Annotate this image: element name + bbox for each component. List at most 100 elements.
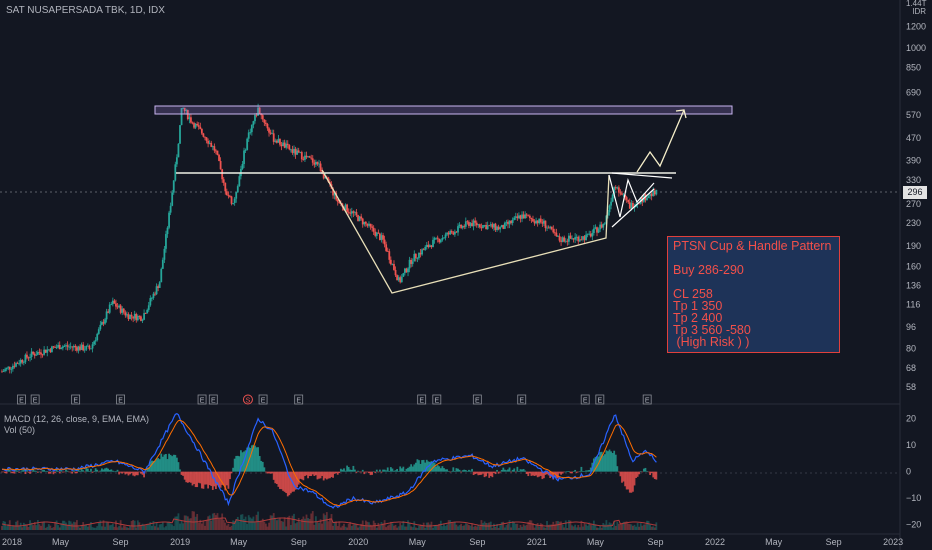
volume-bar	[330, 514, 333, 530]
macd-tick-label: −10	[906, 493, 921, 503]
macd-histogram-bar	[477, 471, 480, 476]
annotation-risk: (High Risk ) )	[673, 335, 750, 349]
earnings-marker-label: E	[33, 398, 38, 405]
macd-histogram-bar	[569, 471, 572, 474]
candle-body	[383, 239, 386, 245]
macd-histogram-bar	[489, 471, 492, 476]
volume-bar	[324, 515, 327, 530]
volume-bar	[636, 522, 639, 530]
macd-histogram-bar	[277, 471, 280, 487]
macd-histogram-bar	[532, 471, 534, 476]
volume-bar	[641, 525, 644, 530]
candle-body	[350, 211, 353, 214]
time-tick-label: May	[52, 537, 70, 547]
candle-body	[377, 232, 380, 234]
volume-bar	[653, 527, 656, 530]
candle-body	[439, 239, 442, 243]
macd-indicator-label[interactable]: MACD (12, 26, close, 9, EMA, EMA)	[4, 414, 149, 424]
macd-histogram-bar	[344, 470, 347, 472]
macd-histogram-bar	[394, 470, 397, 472]
macd-histogram-bar	[130, 471, 133, 474]
candle-body	[472, 220, 475, 227]
chart-window: { "header": { "symbol": "SAT NUSAPERSADA…	[0, 0, 932, 550]
macd-histogram-bar	[396, 469, 398, 472]
volume-bar	[218, 518, 220, 530]
volume-bar	[321, 523, 324, 530]
time-tick-label: May	[230, 537, 248, 547]
macd-histogram-bar	[94, 468, 97, 472]
candle-body	[625, 197, 628, 200]
macd-histogram-bar	[413, 464, 416, 472]
macd-histogram-bar	[377, 471, 380, 473]
volume-bar	[79, 527, 81, 530]
candle-body	[452, 232, 455, 235]
earnings-marker-label: E	[598, 398, 603, 405]
candle-body	[488, 225, 491, 227]
candle-body	[500, 225, 503, 228]
volume-bar	[357, 527, 359, 530]
volume-bar	[163, 527, 166, 530]
annotation-box: PTSN Cup & Handle Pattern Buy 286-290 CL…	[667, 236, 840, 353]
currency-code: IDR	[912, 7, 926, 16]
volume-bar	[257, 511, 259, 530]
volume-bar	[630, 524, 633, 530]
volume-bar	[446, 524, 448, 530]
macd-histogram-bar	[341, 469, 344, 472]
macd-histogram-bar	[82, 470, 85, 472]
candle-body	[471, 223, 473, 227]
macd-histogram-bar	[122, 471, 125, 473]
candle-body	[99, 324, 102, 330]
macd-histogram-bar	[533, 471, 536, 476]
candle-body	[263, 119, 266, 123]
candle-body	[138, 315, 141, 317]
candle-body	[93, 341, 95, 345]
macd-tick-label: 20	[906, 414, 916, 424]
candle-body	[140, 316, 142, 321]
candle-body	[588, 233, 591, 235]
macd-histogram-bar	[511, 469, 514, 472]
macd-histogram-bar	[516, 466, 519, 472]
candle-body	[546, 227, 548, 229]
candle-body	[136, 315, 139, 321]
macd-histogram-bar	[299, 471, 302, 479]
macd-histogram-bar	[185, 471, 188, 483]
volume-bar	[572, 526, 575, 530]
candle-body	[77, 346, 80, 351]
macd-histogram-bar	[88, 471, 91, 472]
candle-body	[80, 344, 83, 350]
candle-body	[539, 218, 542, 223]
candle-body	[610, 201, 612, 206]
macd-histogram-bar	[383, 469, 386, 472]
volume-bar	[422, 522, 425, 530]
macd-histogram-bar	[507, 469, 509, 472]
macd-histogram-bar	[171, 456, 174, 472]
candle-body	[204, 136, 206, 138]
candle-body	[196, 123, 199, 126]
macd-histogram-bar	[138, 471, 141, 473]
candle-body	[155, 286, 158, 295]
candle-body	[485, 225, 488, 230]
volume-bar	[407, 520, 409, 530]
candle-body	[402, 273, 405, 277]
volume-bar	[418, 525, 420, 530]
volume-bar	[121, 527, 124, 530]
candle-body	[352, 211, 355, 213]
volume-bar	[35, 525, 38, 530]
macd-line	[1, 413, 657, 509]
macd-histogram-bar	[449, 471, 452, 473]
candle-body	[200, 128, 203, 134]
volume-bar	[49, 525, 52, 530]
volume-bar	[325, 512, 328, 530]
candle-body	[215, 150, 217, 152]
candle-body	[230, 196, 233, 204]
candle-body	[277, 138, 280, 143]
macd-histogram-bar	[647, 471, 650, 473]
volume-indicator-label[interactable]: Vol (50)	[4, 425, 35, 435]
candle-body	[282, 142, 284, 147]
candle-body	[172, 180, 175, 193]
candle-body	[199, 126, 202, 129]
macd-histogram-bar	[111, 470, 114, 472]
candle-body	[364, 221, 367, 224]
macd-histogram-bar	[268, 471, 270, 474]
candle-body	[22, 362, 25, 363]
